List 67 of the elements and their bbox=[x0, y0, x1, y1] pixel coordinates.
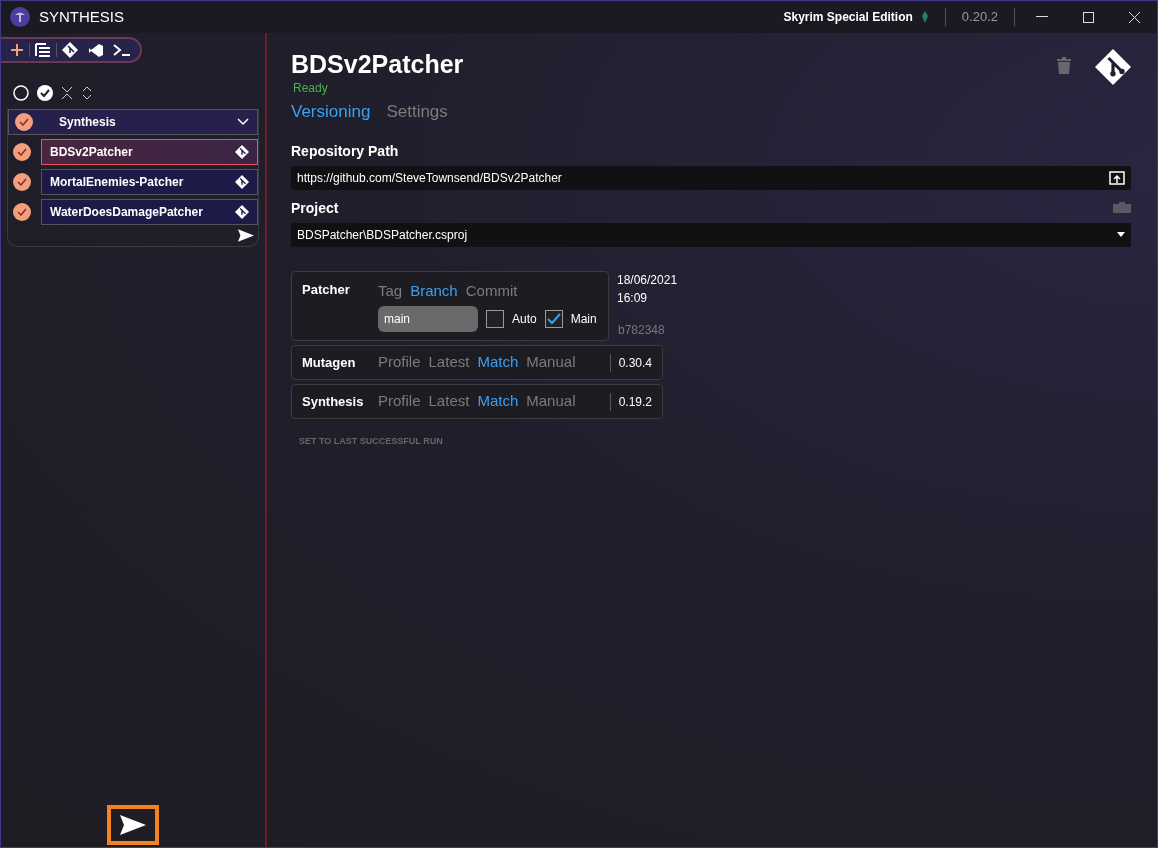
git-icon[interactable] bbox=[1095, 49, 1131, 85]
tab[interactable]: Versioning bbox=[291, 99, 371, 125]
checkbox[interactable] bbox=[486, 310, 504, 328]
version-number: 0.19.2 bbox=[618, 393, 652, 411]
minimize-icon bbox=[1036, 16, 1048, 18]
patcher-item[interactable]: WaterDoesDamagePatcher bbox=[41, 199, 258, 225]
checkbox-label: Auto bbox=[512, 311, 537, 328]
group-name: Synthesis bbox=[59, 114, 116, 131]
version-option[interactable]: Match bbox=[477, 390, 519, 413]
patcher-title: BDSv2Patcher bbox=[291, 49, 464, 79]
status-label: Ready bbox=[293, 80, 329, 97]
chevron-down-icon[interactable] bbox=[237, 118, 249, 126]
row-label: Mutagen bbox=[302, 353, 357, 372]
field-label: Repository Path bbox=[291, 141, 400, 161]
field-value: https://github.com/SteveTownsend/BDSv2Patcher bbox=[297, 169, 562, 187]
commit-hash: b782348 bbox=[618, 321, 666, 339]
row-label: Synthesis bbox=[302, 392, 365, 411]
version-label: 0.20.2 bbox=[961, 8, 998, 27]
send-icon bbox=[120, 815, 146, 835]
git-icon bbox=[235, 145, 249, 159]
check-icon[interactable] bbox=[13, 143, 31, 161]
version-option[interactable]: Tag bbox=[378, 279, 403, 302]
version-option[interactable]: Manual bbox=[526, 390, 576, 413]
commit-time: 16:09 bbox=[617, 289, 649, 307]
open-external-icon[interactable] bbox=[1109, 170, 1125, 185]
version-option[interactable]: Manual bbox=[526, 351, 576, 374]
project-dropdown[interactable]: BDSPatcher\BDSPatcher.csproj bbox=[291, 222, 1131, 247]
expand-icon[interactable] bbox=[81, 86, 93, 100]
version-option[interactable]: Latest bbox=[428, 351, 470, 374]
version-option[interactable]: Latest bbox=[428, 390, 470, 413]
git-icon bbox=[235, 205, 249, 219]
checkbox[interactable] bbox=[544, 310, 563, 328]
version-option[interactable]: Match bbox=[477, 351, 519, 374]
git-icon bbox=[235, 175, 249, 189]
version-option[interactable]: Branch bbox=[410, 279, 458, 302]
group-header[interactable]: Synthesis bbox=[8, 109, 258, 135]
tab[interactable]: Settings bbox=[386, 99, 448, 125]
folder-icon bbox=[1113, 202, 1131, 214]
version-option[interactable]: Profile bbox=[378, 390, 421, 413]
check-icon[interactable] bbox=[13, 203, 31, 221]
caret-icon bbox=[1117, 232, 1125, 237]
check-icon[interactable] bbox=[15, 113, 33, 131]
collapse-icon[interactable] bbox=[61, 86, 73, 100]
version-option[interactable]: Profile bbox=[378, 351, 421, 374]
row-label: Patcher bbox=[302, 280, 351, 299]
repository-path-field[interactable]: https://github.com/SteveTownsend/BDSv2Patcher bbox=[291, 165, 1131, 190]
commit-date: 18/06/2021 bbox=[617, 271, 678, 289]
send-icon[interactable] bbox=[238, 229, 254, 242]
app-logo-icon bbox=[9, 6, 31, 28]
check-icon[interactable] bbox=[13, 173, 31, 191]
check-all-icon[interactable] bbox=[37, 85, 53, 101]
close-icon bbox=[1128, 11, 1140, 23]
uncheck-all-icon[interactable] bbox=[13, 85, 29, 101]
checkbox-label: Main bbox=[570, 311, 597, 328]
field-label: Project bbox=[291, 198, 339, 218]
field-value: BDSPatcher\BDSPatcher.csproj bbox=[297, 226, 468, 244]
branch-field[interactable]: main bbox=[378, 306, 478, 332]
patcher-item[interactable]: MortalEnemies-Patcher bbox=[41, 169, 258, 195]
trash-icon[interactable] bbox=[1057, 57, 1071, 74]
reset-button[interactable]: SET TO LAST SUCCESSFUL RUN bbox=[299, 435, 443, 449]
maximize-icon bbox=[1082, 11, 1094, 23]
run-button[interactable] bbox=[107, 805, 159, 845]
game-name: Skyrim Special Edition bbox=[783, 9, 913, 26]
version-option[interactable]: Commit bbox=[465, 279, 518, 302]
window-title: SYNTHESIS bbox=[39, 6, 125, 27]
version-number: 0.30.4 bbox=[618, 354, 652, 372]
patcher-item[interactable]: BDSv2Patcher bbox=[41, 139, 258, 165]
